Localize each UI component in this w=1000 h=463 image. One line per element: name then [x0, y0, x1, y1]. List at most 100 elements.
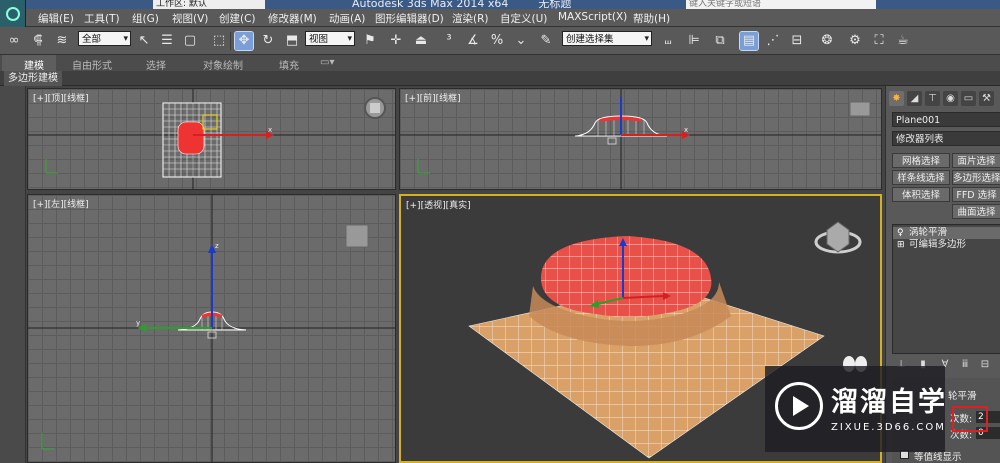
patch-select-button[interactable]: 面片选择: [952, 153, 1000, 168]
viewport-front[interactable]: [+][前][线框] x: [399, 88, 882, 190]
remove-modifier-icon[interactable]: ⅲ: [958, 358, 972, 372]
percent-snap-icon[interactable]: %: [488, 32, 506, 50]
expand-icon[interactable]: ⊞: [897, 239, 905, 251]
menu-bar: 编辑(E) 工具(T) 组(G) 视图(V) 创建(C) 修改器(M) 动画(A…: [26, 9, 1000, 27]
snap-toggle-icon[interactable]: ³: [440, 32, 458, 50]
keyboard-shortcut-icon[interactable]: ⏏: [412, 32, 430, 50]
modify-tab-icon[interactable]: ◢: [907, 91, 922, 106]
viewcube-left-icon: [345, 224, 369, 248]
layer-manager-icon[interactable]: ⧉: [711, 32, 729, 50]
material-editor-icon[interactable]: ❂: [818, 32, 836, 50]
menu-rendering[interactable]: 渲染(R): [452, 11, 489, 26]
angle-snap-icon[interactable]: ∡: [464, 32, 482, 50]
stack-item-editable-poly[interactable]: ⊞ 可编辑多边形: [893, 239, 1000, 251]
ribbon-tab-modeling[interactable]: 建模: [24, 57, 44, 72]
window-crossing-icon[interactable]: ⬚: [210, 32, 228, 50]
app-title: Autodesk 3ds Max 2014 x64: [352, 0, 509, 9]
viewport-label-front[interactable]: [+][前][线框]: [405, 91, 461, 104]
viewport-top[interactable]: [+][顶][线框] x: [27, 88, 396, 190]
viewcube-perspective-icon: [814, 221, 862, 254]
command-panel-tabs: ✸ ◢ ⊤ ◉ ▭ ⚒: [889, 89, 1000, 109]
menu-modifiers[interactable]: 修改器(M): [268, 11, 317, 26]
unlink-icon[interactable]: ⸿: [29, 32, 47, 50]
object-name-field[interactable]: Plane001: [892, 112, 1000, 127]
scale-icon[interactable]: ⬒: [283, 32, 301, 50]
vol-select-button[interactable]: 体积选择: [892, 187, 950, 202]
menu-graph-editors[interactable]: 图形编辑器(D): [375, 11, 444, 26]
ribbon-tab-object-paint[interactable]: 对象绘制: [203, 57, 243, 72]
ribbon-tab-freeform[interactable]: 自由形式: [72, 57, 112, 72]
menu-maxscript[interactable]: MAXScript(X): [558, 11, 627, 23]
watermark-url: ZIXUE.3D66.COM: [831, 422, 946, 433]
poly-select-button[interactable]: 多边形选择: [952, 170, 1000, 185]
viewport-label-perspective[interactable]: [+][透视][真实]: [406, 198, 471, 211]
x-axis-label-front: x: [684, 126, 688, 134]
select-by-name-icon[interactable]: ☰: [158, 32, 176, 50]
viewport-label-top[interactable]: [+][顶][线框]: [33, 91, 89, 104]
app-menu-button[interactable]: [0, 0, 26, 27]
iterations-highlight-box: [952, 406, 988, 432]
menu-customize[interactable]: 自定义(U): [500, 11, 547, 26]
ribbon-tab-populate[interactable]: 填充: [279, 57, 299, 72]
menu-help[interactable]: 帮助(H): [633, 11, 670, 26]
select-object-icon[interactable]: ↖: [135, 32, 153, 50]
motion-tab-icon[interactable]: ◉: [943, 91, 958, 106]
mirror-icon[interactable]: ⧢: [659, 32, 677, 50]
modifier-list-dropdown[interactable]: 修改器列表: [892, 131, 1000, 146]
rendered-frame-icon[interactable]: ⛶: [870, 32, 888, 50]
spinner-snap-icon[interactable]: ⌄: [512, 32, 530, 50]
ffd-select-button[interactable]: FFD 选择: [952, 187, 1000, 202]
axis-tripod-icon: [45, 159, 58, 174]
mesh-select-button[interactable]: 网格选择: [892, 153, 950, 168]
menu-group[interactable]: 组(G): [132, 11, 159, 26]
search-input[interactable]: 键入关键字或短语: [686, 0, 876, 9]
schematic-view-icon[interactable]: ⊟: [788, 32, 806, 50]
hierarchy-tab-icon[interactable]: ⊤: [925, 91, 940, 106]
spline-select-button[interactable]: 样条线选择: [892, 170, 950, 185]
app-logo-icon: [6, 7, 20, 21]
ribbon-tab-selection[interactable]: 选择: [146, 57, 166, 72]
viewport-label-left[interactable]: [+][左][线框]: [33, 197, 89, 210]
edit-named-selection-icon[interactable]: ✎: [537, 32, 555, 50]
modifier-stack: ♀ 涡轮平滑 ⊞ 可编辑多边形: [892, 224, 1000, 354]
select-manipulate-icon[interactable]: ✛: [387, 32, 405, 50]
menu-edit[interactable]: 编辑(E): [38, 11, 74, 26]
stack-item-turbosmooth[interactable]: ♀ 涡轮平滑: [893, 227, 1000, 239]
configure-sets-icon[interactable]: ⊟: [978, 358, 992, 372]
reference-coord-select[interactable]: 视图: [305, 31, 355, 47]
z-axis-label-left: z: [215, 242, 219, 250]
rect-selection-icon[interactable]: ▢: [181, 32, 199, 50]
menu-animation[interactable]: 动画(A): [329, 11, 365, 26]
workspace-dropdown[interactable]: 工作区: 默认: [153, 0, 265, 9]
menu-tools[interactable]: 工具(T): [84, 11, 120, 26]
y-axis-label-left: y: [136, 319, 140, 327]
ribbon-options-icon[interactable]: ▭▾: [320, 57, 334, 68]
move-icon[interactable]: ✥: [234, 31, 254, 51]
pivot-center-icon[interactable]: ⚑: [361, 32, 379, 50]
curve-editor-icon[interactable]: ⋰: [764, 32, 782, 50]
play-logo-icon: [775, 382, 823, 430]
graphite-ribbon-icon[interactable]: ▤: [739, 31, 759, 51]
menu-create[interactable]: 创建(C): [219, 11, 256, 26]
render-production-icon[interactable]: ☕: [894, 32, 912, 50]
ribbon-tabs: 建模 自由形式 选择 对象绘制 填充 ▭▾: [0, 55, 1000, 72]
rotate-icon[interactable]: ↻: [259, 32, 277, 50]
bind-spacewarp-icon[interactable]: ≋: [53, 32, 71, 50]
light-bulb-icon[interactable]: ♀: [897, 227, 904, 239]
viewport-left[interactable]: [+][左][线框] z y: [27, 194, 396, 463]
left-view-canvas: z y: [28, 195, 395, 462]
selection-filter-select[interactable]: 全部: [78, 31, 131, 47]
align-icon[interactable]: ⊫: [685, 32, 703, 50]
polygon-modeling-tab[interactable]: 多边形建模: [4, 71, 62, 86]
menu-views[interactable]: 视图(V): [172, 11, 208, 26]
display-tab-icon[interactable]: ▭: [961, 91, 976, 106]
utilities-tab-icon[interactable]: ⚒: [979, 91, 994, 106]
link-icon[interactable]: ∞: [5, 32, 23, 50]
render-setup-icon[interactable]: ⚙: [846, 32, 864, 50]
top-plane-wireframe: [162, 102, 222, 178]
surface-select-button[interactable]: 曲面选择: [952, 204, 1000, 219]
main-toolbar: ∞ ⸿ ≋ 全部 ↖ ☰ ▢ ⬚ ✥ ↻ ⬒ 视图 ⚑ ✛ ⏏ ³ ∡ % ⌄ …: [0, 27, 1000, 55]
named-selection-select[interactable]: 创建选择集: [562, 31, 652, 47]
title-bar: 工作区: 默认 Autodesk 3ds Max 2014 x64 无标题 键入关…: [0, 0, 1000, 9]
create-tab-icon[interactable]: ✸: [889, 91, 904, 106]
